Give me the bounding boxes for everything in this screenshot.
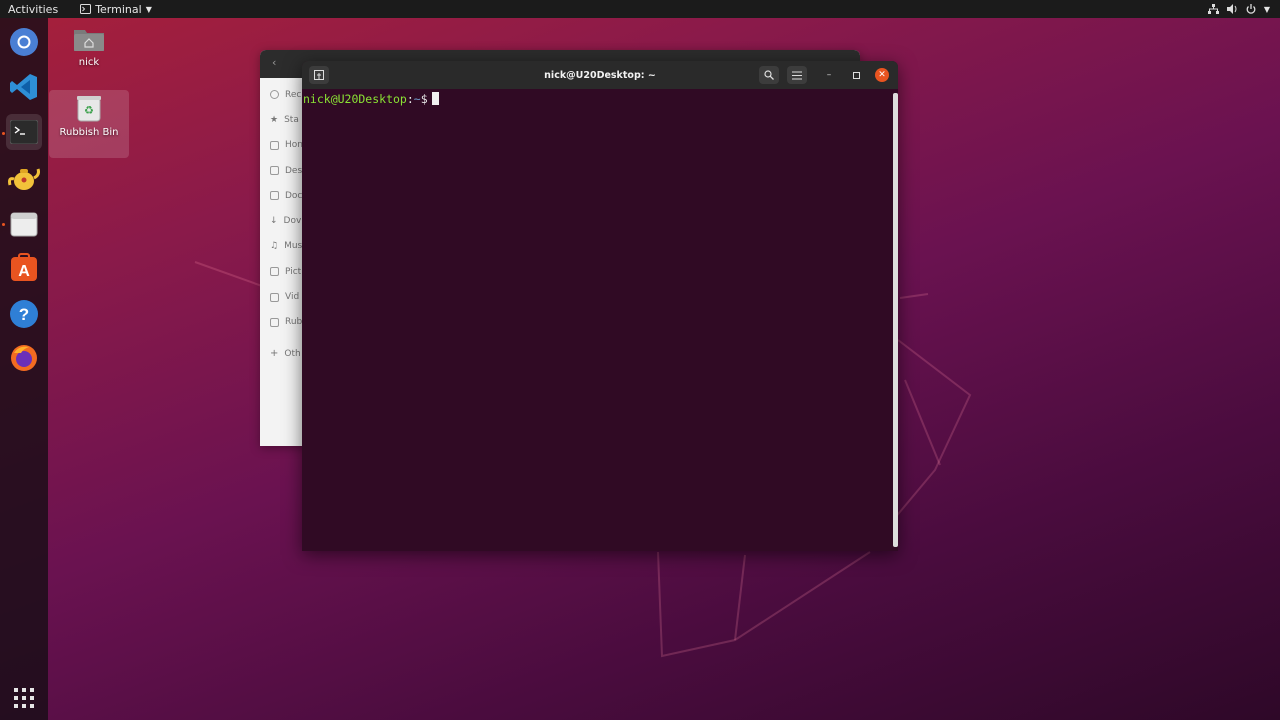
dock-help[interactable]: ? bbox=[6, 296, 42, 332]
terminal-header[interactable]: nick@U20Desktop: ~ – ✕ bbox=[302, 61, 898, 89]
picture-icon bbox=[270, 267, 279, 277]
scrollbar[interactable] bbox=[893, 93, 898, 547]
music-icon: ♫ bbox=[270, 241, 279, 252]
network-icon bbox=[1207, 4, 1219, 14]
show-applications-button[interactable] bbox=[6, 680, 42, 716]
home-folder-icon bbox=[74, 30, 104, 51]
activities-button[interactable]: Activities bbox=[0, 3, 66, 16]
window-title: nick@U20Desktop: ~ bbox=[544, 69, 656, 81]
prompt-line: nick@U20Desktop:~$ bbox=[303, 92, 898, 106]
prompt-user: nick@U20Desktop bbox=[303, 92, 407, 106]
top-bar: Activities Terminal ▼ ▼ bbox=[0, 0, 1280, 18]
back-icon[interactable]: ‹ bbox=[272, 56, 276, 69]
download-icon: ↓ bbox=[270, 216, 278, 227]
volume-icon bbox=[1226, 4, 1237, 14]
chromium-icon bbox=[10, 28, 38, 56]
dock-chromium[interactable] bbox=[6, 24, 42, 60]
desktop-icon bbox=[270, 166, 279, 176]
minimize-button[interactable]: – bbox=[819, 66, 839, 84]
dock-firefox[interactable] bbox=[6, 340, 42, 376]
running-indicator bbox=[2, 223, 5, 226]
dock-files[interactable] bbox=[6, 206, 42, 242]
dock-software[interactable]: A bbox=[6, 250, 42, 286]
maximize-button[interactable] bbox=[846, 66, 866, 84]
apps-grid-icon bbox=[14, 688, 34, 708]
chevron-down-icon: ▼ bbox=[145, 4, 152, 14]
prompt-path: ~ bbox=[413, 92, 421, 106]
recent-icon bbox=[270, 90, 279, 100]
prompt-symbol: $ bbox=[420, 92, 428, 106]
chevron-down-icon: ▼ bbox=[1263, 4, 1270, 14]
svg-text:?: ? bbox=[19, 305, 29, 324]
minimize-icon: – bbox=[826, 70, 832, 80]
dock-terminal[interactable] bbox=[6, 114, 42, 150]
text-cursor bbox=[431, 92, 439, 105]
close-button[interactable]: ✕ bbox=[875, 68, 889, 82]
terminal-window[interactable]: nick@U20Desktop: ~ – ✕ nick@U20Desktop:~… bbox=[302, 61, 898, 551]
desktop-trash[interactable]: ♻ Rubbish Bin bbox=[49, 90, 129, 158]
search-button[interactable] bbox=[759, 66, 779, 84]
software-icon: A bbox=[11, 253, 37, 281]
svg-text:♻: ♻ bbox=[84, 104, 94, 117]
plus-icon: + bbox=[270, 348, 279, 360]
video-icon bbox=[270, 292, 279, 302]
help-icon: ? bbox=[10, 300, 38, 328]
svg-text:A: A bbox=[18, 263, 30, 280]
close-icon: ✕ bbox=[878, 70, 886, 80]
star-icon: ★ bbox=[270, 114, 279, 125]
running-indicator bbox=[2, 132, 5, 135]
desktop-home-folder[interactable]: nick bbox=[49, 26, 129, 70]
menu-button[interactable] bbox=[787, 66, 807, 84]
system-tray[interactable]: ▼ bbox=[1207, 0, 1270, 18]
new-tab-button[interactable] bbox=[309, 66, 329, 84]
files-icon bbox=[10, 212, 38, 237]
maximize-icon bbox=[852, 71, 860, 79]
teapot-icon bbox=[8, 168, 40, 190]
desktop-trash-label: Rubbish Bin bbox=[59, 127, 119, 138]
terminal-output[interactable]: nick@U20Desktop:~$ bbox=[302, 89, 898, 551]
terminal-icon bbox=[10, 120, 38, 144]
power-icon bbox=[1246, 4, 1256, 14]
app-menu-label: Terminal bbox=[95, 2, 142, 16]
search-icon bbox=[764, 70, 774, 80]
dock-vscode[interactable] bbox=[6, 69, 42, 105]
new-tab-icon bbox=[314, 70, 324, 80]
app-menu[interactable]: Terminal ▼ bbox=[80, 3, 152, 16]
trash-icon: ♻ bbox=[77, 96, 101, 122]
desktop-home-label: nick bbox=[78, 57, 100, 68]
trash-small-icon bbox=[270, 317, 279, 327]
document-icon bbox=[270, 191, 279, 201]
terminal-small-icon bbox=[80, 4, 92, 14]
home-icon bbox=[270, 140, 279, 150]
hamburger-icon bbox=[792, 71, 802, 79]
dock: A ? bbox=[0, 18, 48, 720]
prompt-separator: : bbox=[406, 92, 414, 106]
vscode-icon bbox=[10, 74, 37, 100]
firefox-icon bbox=[11, 345, 37, 371]
dock-teapot[interactable] bbox=[6, 160, 42, 196]
